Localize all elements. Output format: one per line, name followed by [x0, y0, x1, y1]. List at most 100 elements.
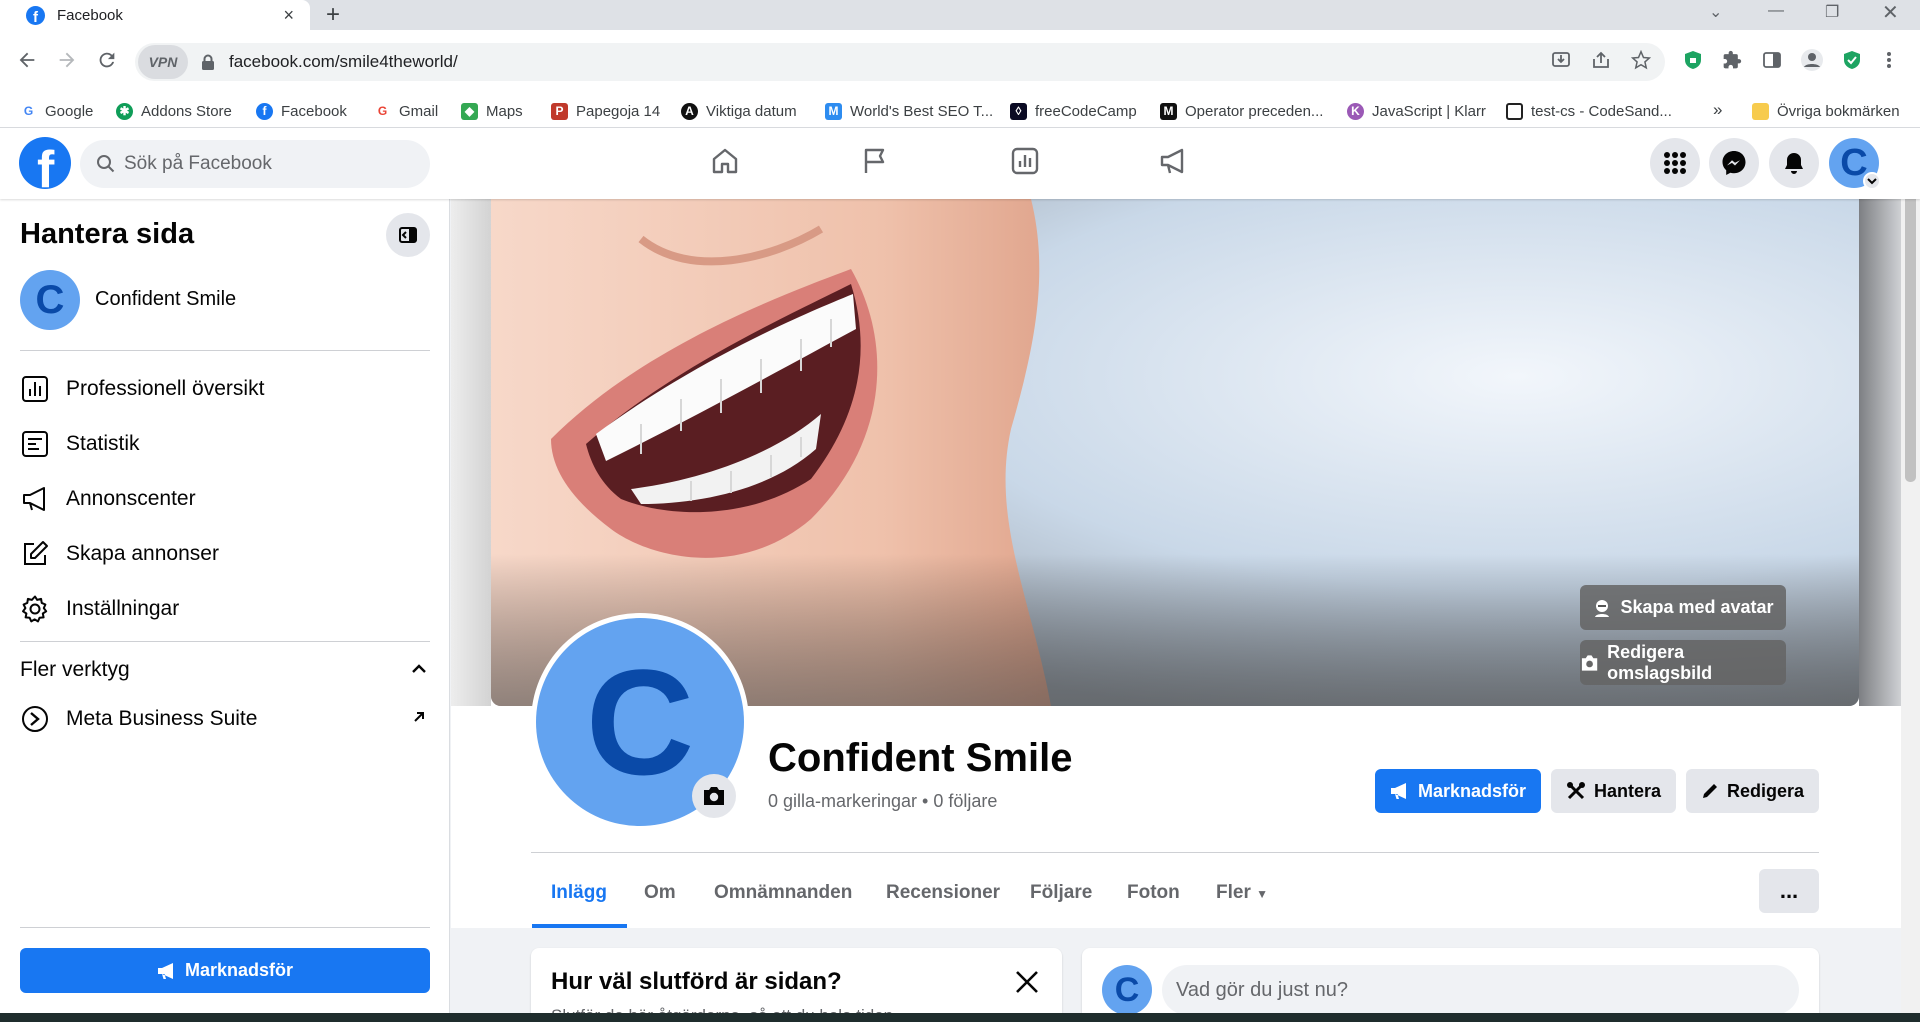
page-avatar[interactable]: C — [20, 270, 80, 330]
facebook-search[interactable] — [80, 140, 430, 188]
more-tools-heading[interactable]: Fler verktyg — [20, 658, 130, 682]
bookmark-papegoja[interactable]: P Papegoja 14 — [551, 103, 660, 120]
messenger-icon — [1722, 151, 1746, 175]
bookmark-addons-store[interactable]: ✱ Addons Store — [116, 103, 232, 120]
restore-icon[interactable]: ❐ — [1825, 2, 1839, 22]
vpn-button[interactable]: VPN — [138, 45, 188, 79]
pages-flag-icon[interactable] — [860, 146, 890, 176]
google-icon: G — [374, 103, 391, 120]
other-bookmarks-folder[interactable]: Övriga bokmärken — [1752, 103, 1900, 120]
tab-photos[interactable]: Foton — [1127, 882, 1180, 904]
bookmark-star-icon[interactable] — [1631, 50, 1651, 70]
create-with-avatar-button[interactable]: Skapa med avatar — [1580, 585, 1786, 630]
tab-close-icon[interactable]: × — [283, 5, 294, 26]
new-tab-button[interactable]: + — [326, 1, 340, 29]
cover-left-edge — [451, 199, 491, 706]
bookmark-gmail[interactable]: G Gmail — [374, 103, 438, 120]
tab-posts[interactable]: Inlägg — [551, 882, 607, 904]
share-icon[interactable] — [1591, 50, 1611, 70]
bookmarks-more-button[interactable]: » — [1713, 100, 1722, 120]
collapse-sidebar-button[interactable] — [386, 213, 430, 257]
tab-reviews[interactable]: Recensioner — [886, 882, 1000, 904]
facebook-logo[interactable]: f — [19, 137, 71, 189]
lock-icon[interactable] — [201, 54, 215, 70]
vpn-extension-icon[interactable] — [1683, 50, 1703, 70]
back-icon[interactable] — [16, 49, 38, 71]
shield-extension-icon[interactable] — [1842, 50, 1862, 70]
home-icon[interactable] — [710, 146, 740, 176]
facebook-icon: f — [256, 103, 273, 120]
edit-cover-photo-button[interactable]: Redigera omslagsbild — [1580, 640, 1786, 685]
external-link-icon[interactable] — [412, 710, 426, 724]
camera-icon — [704, 787, 724, 805]
window-close-icon[interactable]: ✕ — [1882, 0, 1899, 25]
sidebar-item-meta-business-suite[interactable]: Meta Business Suite — [20, 704, 257, 734]
side-panel-icon[interactable] — [1762, 50, 1782, 70]
update-profile-picture-button[interactable] — [692, 774, 736, 818]
bookmark-seo[interactable]: M World's Best SEO T... — [825, 103, 993, 120]
profile-icon[interactable] — [1800, 48, 1824, 72]
tab-mentions[interactable]: Omnämnanden — [714, 882, 852, 904]
chevron-down-icon[interactable] — [1863, 172, 1881, 190]
bookmark-google[interactable]: G Google — [20, 103, 93, 120]
composer-input[interactable]: Vad gör du just nu? — [1162, 965, 1799, 1015]
bookmark-viktiga-datum[interactable]: A Viktiga datum — [681, 103, 797, 120]
menu-grid-button[interactable] — [1650, 138, 1700, 188]
messenger-button[interactable] — [1709, 138, 1759, 188]
promote-button[interactable]: Marknadsför — [1375, 769, 1541, 813]
more-options-button[interactable]: ... — [1759, 869, 1819, 913]
sidebar-item-create-ads[interactable]: Skapa annonser — [20, 539, 219, 569]
browser-tab[interactable]: f Facebook × — [0, 0, 310, 30]
manage-button[interactable]: Hantera — [1551, 769, 1676, 813]
edit-page-button[interactable]: Redigera — [1686, 769, 1819, 813]
account-avatar[interactable]: C — [1829, 138, 1881, 190]
reload-icon[interactable] — [96, 49, 118, 71]
completion-title: Hur väl slutförd är sidan? — [551, 968, 842, 995]
ad-center-icon[interactable] — [1158, 146, 1190, 176]
bookmarks-bar: G Google ✱ Addons Store f Facebook G Gmail ◆… — [0, 94, 1920, 128]
install-icon[interactable] — [1551, 50, 1571, 70]
tab-search-icon[interactable]: ⌄ — [1709, 2, 1722, 22]
notifications-button[interactable] — [1769, 138, 1819, 188]
close-icon[interactable] — [1014, 969, 1040, 995]
extensions-icon[interactable] — [1722, 50, 1742, 70]
page-stats[interactable]: 0 gilla-markeringar • 0 följare — [768, 791, 997, 812]
bookmark-codesandbox[interactable]: test-cs - CodeSand... — [1506, 103, 1672, 120]
bookmark-freecodecamp[interactable]: ◊ freeCodeCamp — [1010, 103, 1137, 120]
page-scrollbar[interactable] — [1901, 128, 1920, 1013]
tab-more[interactable]: Fler ▼ — [1216, 882, 1268, 904]
sidebar-item-statistics[interactable]: Statistik — [20, 429, 140, 459]
page-title: Confident Smile — [768, 736, 1073, 780]
sidebar-item-settings[interactable]: Inställningar — [20, 594, 179, 624]
tab-about[interactable]: Om — [644, 882, 676, 904]
scrollbar-thumb[interactable] — [1905, 152, 1916, 482]
sidebar-item-ad-center[interactable]: Annonscenter — [20, 484, 196, 514]
search-input[interactable] — [124, 140, 414, 188]
sidebar-item-professional-overview[interactable]: Professionell översikt — [20, 374, 264, 404]
bookmark-operator[interactable]: M Operator preceden... — [1160, 103, 1323, 120]
seo-icon: M — [825, 103, 842, 120]
url-text[interactable]: facebook.com/smile4theworld/ — [229, 52, 458, 72]
megaphone-icon — [1390, 783, 1406, 799]
insights-icon[interactable] — [1010, 146, 1040, 176]
browser-menu-icon[interactable] — [1886, 50, 1892, 70]
sidebar-promote-button[interactable]: Marknadsför — [20, 948, 430, 993]
bookmark-klarr[interactable]: K JavaScript | Klarr — [1347, 103, 1486, 120]
forward-icon[interactable] — [56, 49, 78, 71]
page-main: Skapa med avatar Redigera omslagsbild C … — [451, 199, 1901, 1022]
divider — [20, 927, 430, 928]
manage-page-sidebar: Hantera sida C Confident Smile Professio… — [0, 199, 450, 1013]
os-taskbar — [0, 1013, 1920, 1022]
divider — [20, 641, 430, 642]
bookmark-facebook[interactable]: f Facebook — [256, 103, 347, 120]
minimize-icon[interactable]: — — [1768, 2, 1784, 20]
composer-avatar[interactable]: C — [1102, 965, 1152, 1015]
maps-icon: ◆ — [461, 103, 478, 120]
tab-followers[interactable]: Följare — [1030, 882, 1092, 904]
google-icon: G — [20, 103, 37, 120]
chevron-up-icon[interactable] — [410, 660, 428, 678]
freecodecamp-icon: ◊ — [1010, 103, 1027, 120]
bookmark-maps[interactable]: ◆ Maps — [461, 103, 523, 120]
address-bar[interactable]: VPN facebook.com/smile4theworld/ — [135, 43, 1665, 81]
page-name[interactable]: Confident Smile — [95, 288, 236, 311]
